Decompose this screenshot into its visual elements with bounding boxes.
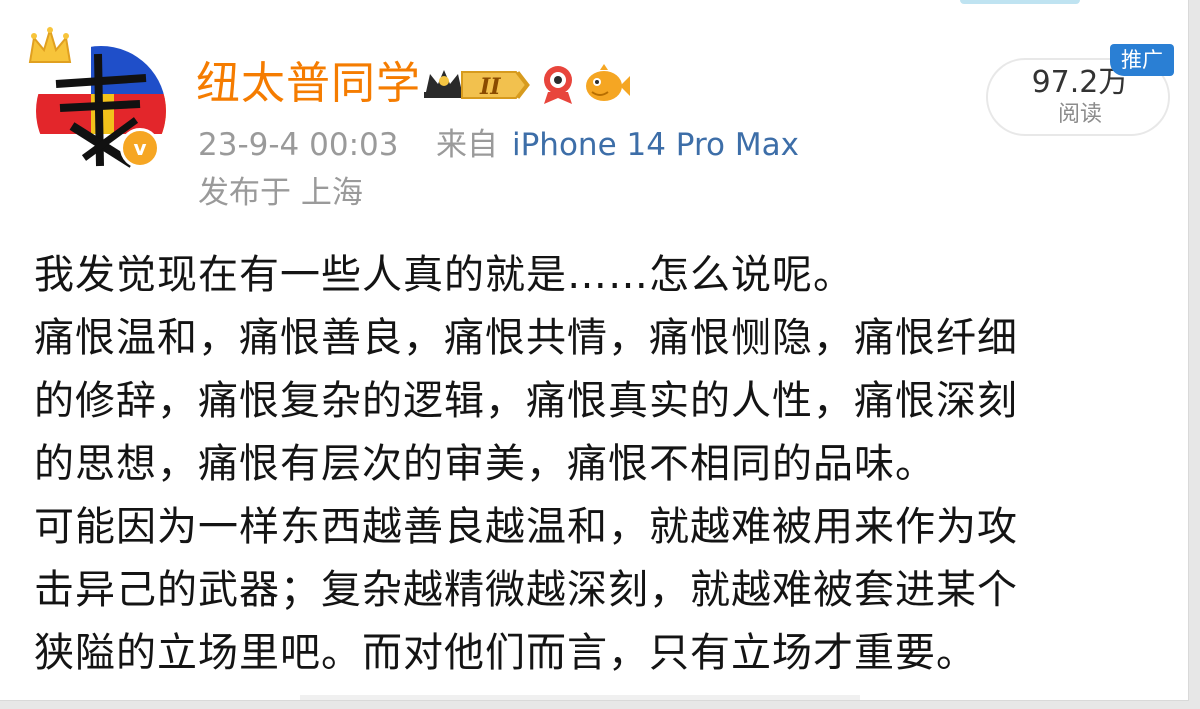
bottom-divider xyxy=(300,695,860,700)
member-level-badge-icon[interactable]: II xyxy=(420,64,534,106)
post-line: 我发觉现在有一些人真的就是……怎么说呢。 xyxy=(34,252,854,298)
read-label: 阅读 xyxy=(1057,102,1102,127)
top-decoration xyxy=(960,0,1080,4)
crown-icon xyxy=(28,26,72,63)
medal-icon[interactable] xyxy=(540,62,576,106)
promo-tag[interactable]: 推广 xyxy=(1110,44,1174,76)
post-device-link[interactable]: iPhone 14 Pro Max xyxy=(512,124,799,166)
post-location: 发布于 上海 xyxy=(198,175,363,211)
weibo-post-card: v 纽太普同学 II 23-9-4 00:03 来自 iPhone 14 Pro… xyxy=(0,0,1189,701)
post-source-label: 来自 xyxy=(436,127,498,163)
post-line: 可能因为一样东西越善良越温和，就越难被用来作为攻 xyxy=(34,504,1018,550)
post-line: 狭隘的立场里吧。而对他们而言，只有立场才重要。 xyxy=(34,630,977,676)
post-line: 击异己的武器；复杂越精微越深刻，就越难被套进某个 xyxy=(34,567,1018,613)
post-line: 痛恨温和，痛恨善良，痛恨共情，痛恨恻隐，痛恨纤细 xyxy=(34,315,1018,361)
user-name[interactable]: 纽太普同学 xyxy=(196,56,421,112)
post-line: 的修辞，痛恨复杂的逻辑，痛恨真实的人性，痛恨深刻 xyxy=(34,378,1018,424)
post-line: 的思想，痛恨有层次的审美，痛恨不相同的品味。 xyxy=(34,441,936,487)
post-time: 23-9-4 00:03 xyxy=(198,127,399,163)
verified-badge-icon: v xyxy=(120,128,160,168)
post-body: 我发觉现在有一些人真的就是……怎么说呢。 痛恨温和，痛恨善良，痛恨共情，痛恨恻隐… xyxy=(34,244,1174,685)
member-level-text: II xyxy=(479,74,501,100)
fish-medal-icon[interactable] xyxy=(582,62,630,106)
avatar-block[interactable]: v xyxy=(26,26,176,176)
